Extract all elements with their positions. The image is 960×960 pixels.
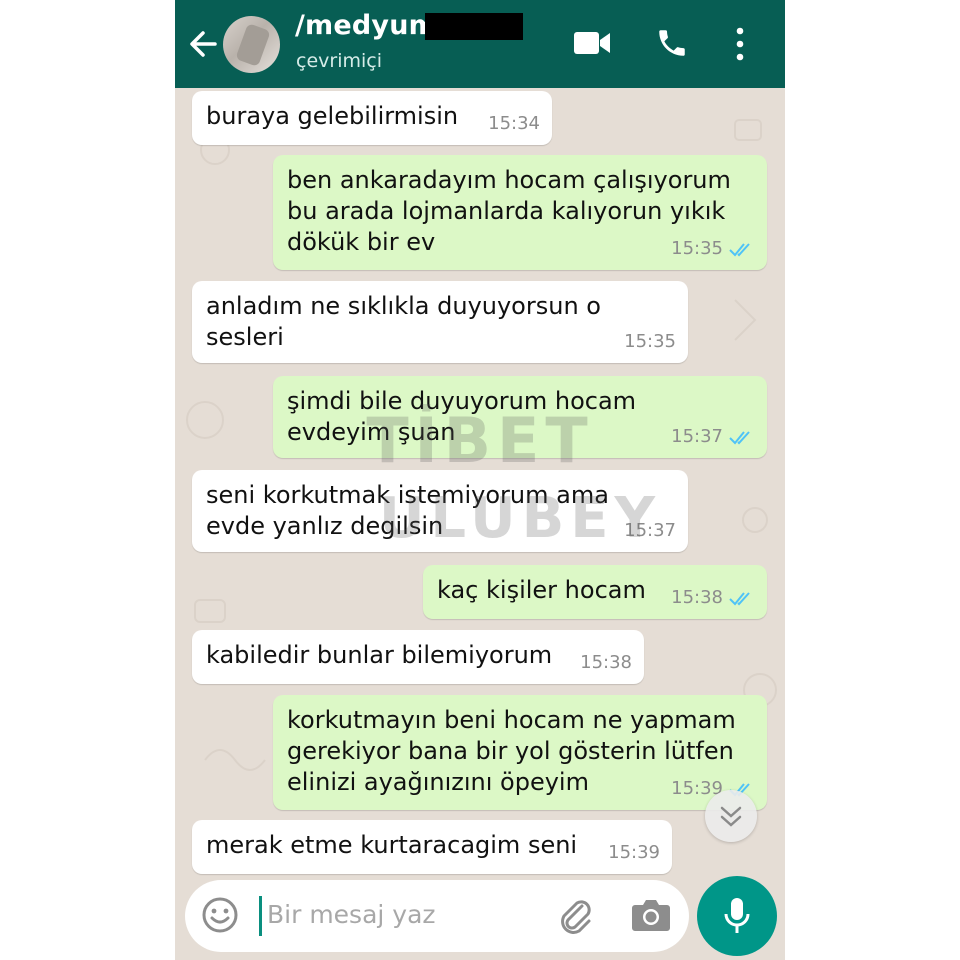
message-incoming[interactable]: buraya gelebilirmisin 15:34 xyxy=(192,91,552,145)
message-incoming[interactable]: kabiledir bunlar bilemiyorum 15:38 xyxy=(192,630,644,684)
contact-name[interactable]: /medyum xyxy=(295,10,437,41)
message-time: 15:37 xyxy=(671,426,723,447)
message-time: 15:35 xyxy=(624,331,676,352)
read-ticks-icon xyxy=(729,242,750,256)
message-text: seni korkutmak istemiyorum ama evde yanl… xyxy=(206,481,609,540)
message-composer: Bir mesaj yaz xyxy=(185,880,689,952)
message-time: 15:35 xyxy=(671,238,723,259)
message-text: merak etme kurtaracagim seni xyxy=(206,831,578,859)
contact-status: çevrimiçi xyxy=(296,50,382,72)
chat-screen: /medyum çevrimiçi buraya gelebilirmisin … xyxy=(175,0,785,960)
camera-icon[interactable] xyxy=(631,897,671,933)
message-time: 15:38 xyxy=(671,587,723,608)
message-incoming[interactable]: merak etme kurtaracagim seni 15:39 xyxy=(192,820,672,874)
message-list[interactable]: buraya gelebilirmisin 15:34 ben ankarada… xyxy=(175,88,785,878)
message-text: kabiledir bunlar bilemiyorum xyxy=(206,641,553,669)
back-arrow-icon[interactable] xyxy=(187,24,221,64)
emoji-icon[interactable] xyxy=(201,896,239,934)
microphone-icon xyxy=(724,898,750,933)
more-options-icon[interactable] xyxy=(733,26,747,62)
message-text: anladım ne sıklıkla duyuyorsun o sesleri xyxy=(206,292,601,351)
text-cursor xyxy=(259,896,262,936)
message-time: 15:37 xyxy=(624,520,676,541)
phone-icon[interactable] xyxy=(655,26,689,60)
message-time: 15:34 xyxy=(488,113,540,134)
message-text: korkutmayın beni hocam ne yapmam gerekiy… xyxy=(287,706,736,796)
message-time: 15:38 xyxy=(580,652,632,673)
message-outgoing[interactable]: şimdi bile duyuyorum hocam evdeyim şuan … xyxy=(273,376,767,458)
double-chevron-down-icon xyxy=(720,806,742,827)
voice-message-button[interactable] xyxy=(697,876,777,956)
message-incoming[interactable]: anladım ne sıklıkla duyuyorsun o sesleri… xyxy=(192,281,688,363)
message-time: 15:39 xyxy=(608,842,660,863)
contact-avatar[interactable] xyxy=(223,16,280,73)
message-text: ben ankaradayım hocam çalışıyorum bu ara… xyxy=(287,166,731,256)
read-ticks-icon xyxy=(729,591,750,605)
read-ticks-icon xyxy=(729,430,750,444)
message-outgoing[interactable]: korkutmayın beni hocam ne yapmam gerekiy… xyxy=(273,695,767,810)
scroll-to-bottom-button[interactable] xyxy=(705,790,757,842)
chat-header: /medyum çevrimiçi xyxy=(175,0,785,88)
message-input[interactable]: Bir mesaj yaz xyxy=(267,900,436,929)
video-call-icon[interactable] xyxy=(573,30,611,56)
message-outgoing[interactable]: kaç kişiler hocam 15:38 xyxy=(423,565,767,619)
redaction-bar xyxy=(425,13,523,40)
attachment-icon[interactable] xyxy=(555,896,595,936)
message-outgoing[interactable]: ben ankaradayım hocam çalışıyorum bu ara… xyxy=(273,155,767,270)
message-incoming[interactable]: seni korkutmak istemiyorum ama evde yanl… xyxy=(192,470,688,552)
message-text: şimdi bile duyuyorum hocam evdeyim şuan xyxy=(287,387,637,446)
